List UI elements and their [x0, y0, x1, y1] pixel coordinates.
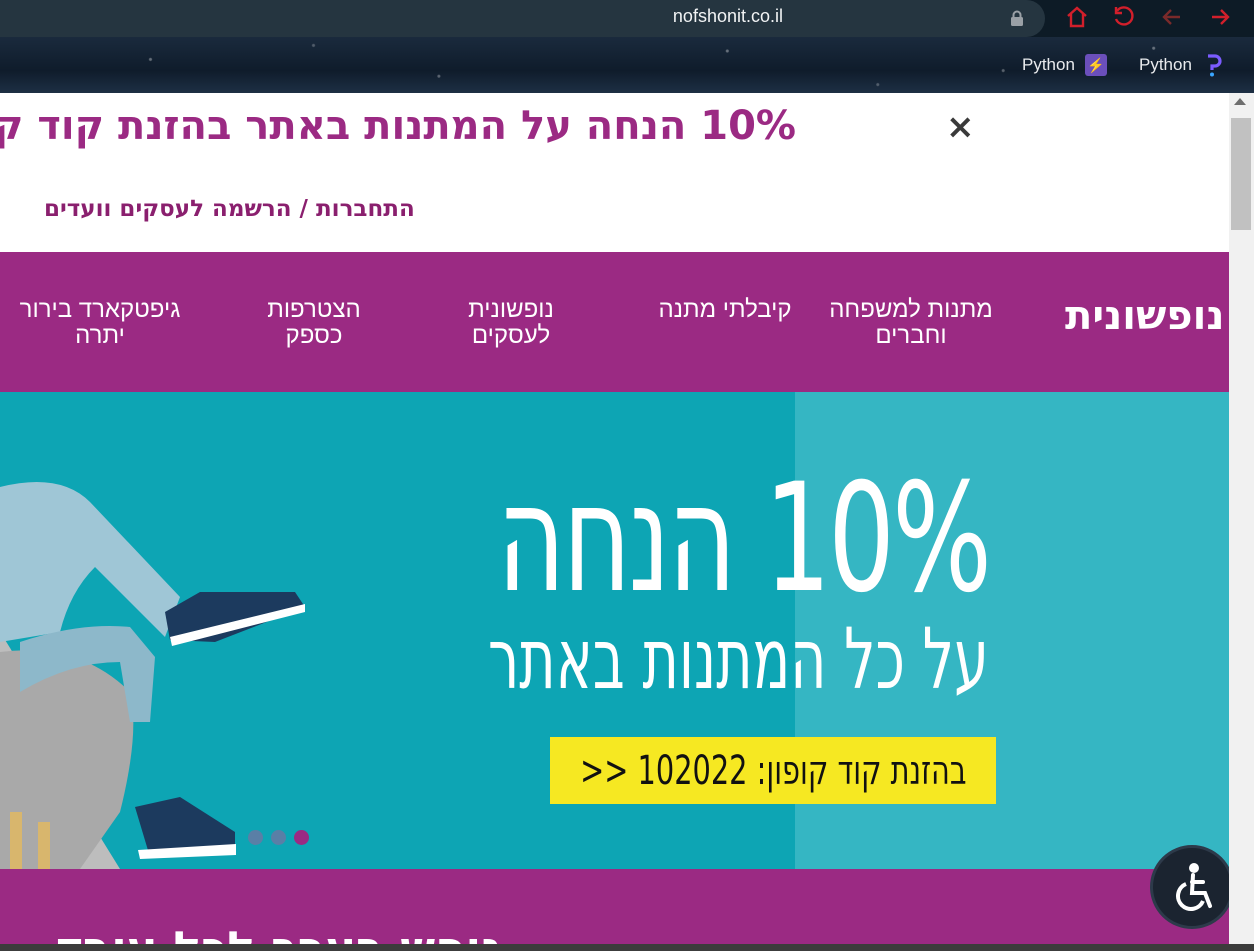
lock-icon	[1011, 10, 1023, 26]
url-text[interactable]: nofshonit.co.il	[673, 6, 783, 27]
nav-item-join-supplier[interactable]: הצטרפות כספק	[243, 297, 385, 349]
hero-headline: 10% הנחה	[496, 452, 992, 626]
site-logo[interactable]: נופשונית	[1065, 293, 1224, 339]
promo-banner: 10% הנחה על המתנות באתר בהזנת קוד ק	[0, 93, 1229, 173]
coupon-banner[interactable]: בהזנת קוד קופון: 102022 <<	[550, 737, 996, 804]
back-icon[interactable]	[1160, 5, 1184, 29]
address-bar[interactable]: nofshonit.co.il	[0, 0, 1045, 37]
scrollbar-thumb[interactable]	[1231, 118, 1251, 230]
forward-icon[interactable]	[1208, 5, 1232, 29]
bookmark-python-2[interactable]: Python	[1139, 53, 1224, 77]
slider-dots	[248, 830, 309, 845]
coupon-text: בהזנת קוד קופון: 102022 <<	[579, 747, 967, 794]
p-logo-icon	[1202, 54, 1224, 77]
promo-marquee-text: 10% הנחה על המתנות באתר בהזנת קוד ק	[0, 103, 796, 149]
bookmark-label: Python	[1022, 55, 1075, 74]
main-nav: מתנות למשפחה וחברים קיבלתי מתנה נופשונית…	[0, 252, 1229, 392]
bookmarks-bar: Python ⚡ Python	[0, 37, 1254, 93]
section-band: נופש בערך לכל עובד	[0, 869, 1229, 951]
login-register-link[interactable]: התחברות / הרשמה לעסקים וועדים	[44, 196, 415, 222]
bolt-icon: ⚡	[1084, 54, 1107, 76]
nav-item-received-gift[interactable]: קיבלתי מתנה	[630, 297, 820, 323]
slider-dot[interactable]	[271, 830, 286, 845]
horizontal-scrollbar[interactable]	[0, 944, 1254, 951]
scroll-up-arrow-icon[interactable]	[1234, 98, 1246, 105]
slider-dot[interactable]	[248, 830, 263, 845]
reload-icon[interactable]	[1112, 5, 1136, 29]
bookmark-python-1[interactable]: Python ⚡	[1022, 53, 1107, 77]
bookmark-label: Python	[1139, 55, 1192, 74]
hero-subheadline: על כל המתנות באתר	[488, 610, 989, 708]
nav-item-gifts-family[interactable]: מתנות למשפחה וחברים	[816, 297, 1006, 349]
hero-slider[interactable]: 10% הנחה על כל המתנות באתר בהזנת קוד קופ…	[0, 392, 1229, 869]
browser-toolbar: nofshonit.co.il	[0, 0, 1254, 37]
slider-dot-active[interactable]	[294, 830, 309, 845]
person-on-chair-image	[0, 482, 305, 869]
wheelchair-icon	[1176, 863, 1212, 911]
home-icon[interactable]	[1065, 5, 1089, 29]
nav-item-giftcard-balance[interactable]: גיפטקארד בירור יתרה	[5, 297, 195, 349]
nav-item-business[interactable]: נופשונית לעסקים	[440, 297, 582, 349]
close-icon[interactable]: ×	[946, 110, 975, 144]
accessibility-button[interactable]	[1150, 845, 1234, 929]
